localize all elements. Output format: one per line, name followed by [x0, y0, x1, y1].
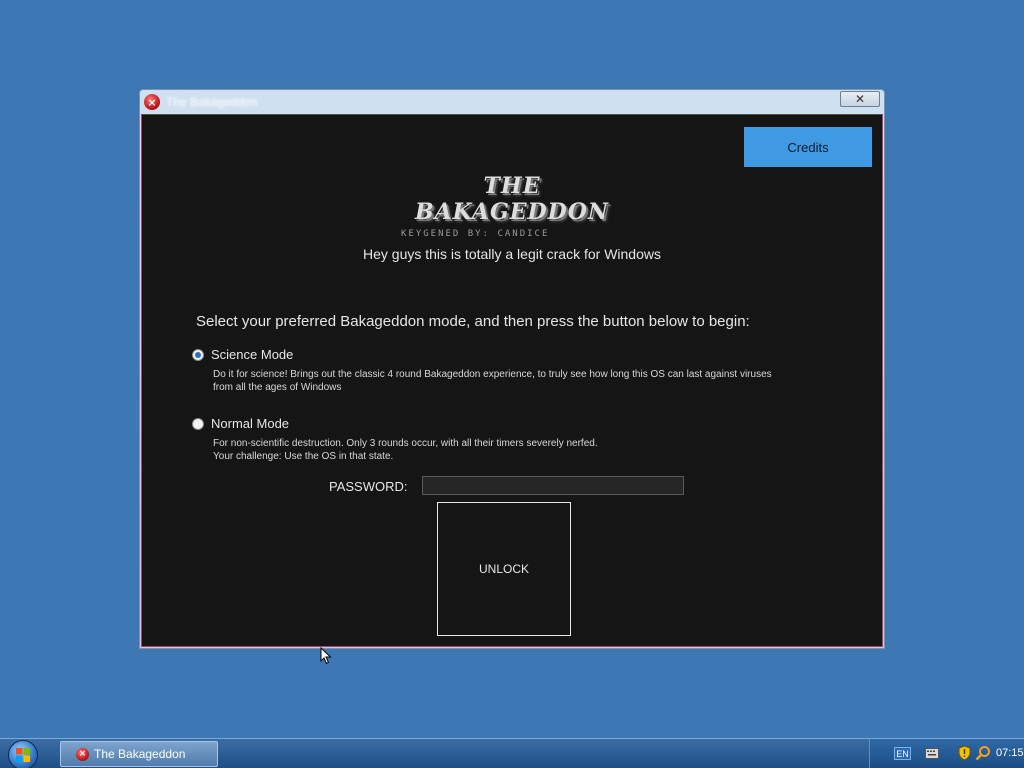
error-x-icon: ×: [76, 747, 89, 761]
window-title: The Bakageddon: [166, 95, 258, 109]
keyboard-icon[interactable]: [925, 748, 939, 759]
error-x-icon: ×: [144, 94, 160, 110]
security-shield-icon[interactable]: [958, 745, 971, 761]
mode-option-normal[interactable]: Normal Mode For non-scientific destructi…: [192, 416, 833, 463]
close-button[interactable]: ✕: [840, 91, 880, 107]
password-label: PASSWORD:: [329, 479, 408, 494]
normal-mode-label[interactable]: Normal Mode: [211, 416, 289, 431]
science-mode-description: Do it for science! Brings out the classi…: [213, 368, 833, 394]
unlock-button[interactable]: UNLOCK: [437, 502, 571, 636]
normal-mode-description: For non-scientific destruction. Only 3 r…: [213, 437, 833, 463]
taskbar-item-bakageddon[interactable]: × The Bakageddon: [60, 741, 218, 767]
taskbar-item-label: The Bakageddon: [94, 747, 186, 761]
clock[interactable]: 07:15: [996, 747, 1024, 759]
logo-subtitle: KEYGENED BY: CANDICE: [401, 229, 550, 239]
password-input[interactable]: [422, 476, 684, 495]
app-logo: THE BAKAGEDDON KEYGENED BY: CANDICE: [387, 173, 637, 239]
normal-mode-desc-line: Your challenge: Use the OS in that state…: [213, 451, 394, 462]
credits-button[interactable]: Credits: [744, 127, 872, 167]
system-tray: EN 07:15: [869, 739, 1024, 768]
mouse-pointer-icon: [320, 647, 332, 665]
window-client-area: Credits THE BAKAGEDDON KEYGENED BY: CAND…: [141, 114, 883, 647]
logo-title: THE BAKAGEDDON: [415, 173, 609, 225]
science-mode-desc-line: Do it for science! Brings out the classi…: [213, 369, 772, 380]
normal-mode-radio[interactable]: [192, 417, 204, 430]
window-titlebar[interactable]: × The Bakageddon ✕: [140, 90, 884, 114]
science-mode-desc-line: from all the ages of Windows: [213, 382, 342, 393]
mode-prompt: Select your preferred Bakageddon mode, a…: [196, 313, 750, 330]
normal-mode-desc-line: For non-scientific destruction. Only 3 r…: [213, 438, 598, 449]
science-mode-label[interactable]: Science Mode: [211, 347, 293, 362]
tagline-text: Hey guys this is totally a legit crack f…: [363, 246, 661, 262]
close-icon: ✕: [854, 92, 866, 106]
windows-start-orb-icon[interactable]: [8, 740, 38, 768]
science-mode-radio[interactable]: [192, 348, 204, 361]
app-window: × The Bakageddon ✕ Credits THE BAKAGEDDO…: [139, 89, 885, 649]
mode-option-science[interactable]: Science Mode Do it for science! Brings o…: [192, 347, 833, 394]
taskbar: × The Bakageddon EN 07:15: [0, 738, 1024, 768]
search-icon[interactable]: [975, 745, 991, 761]
windows-logo-icon: [16, 748, 30, 762]
language-indicator[interactable]: EN: [894, 747, 911, 760]
